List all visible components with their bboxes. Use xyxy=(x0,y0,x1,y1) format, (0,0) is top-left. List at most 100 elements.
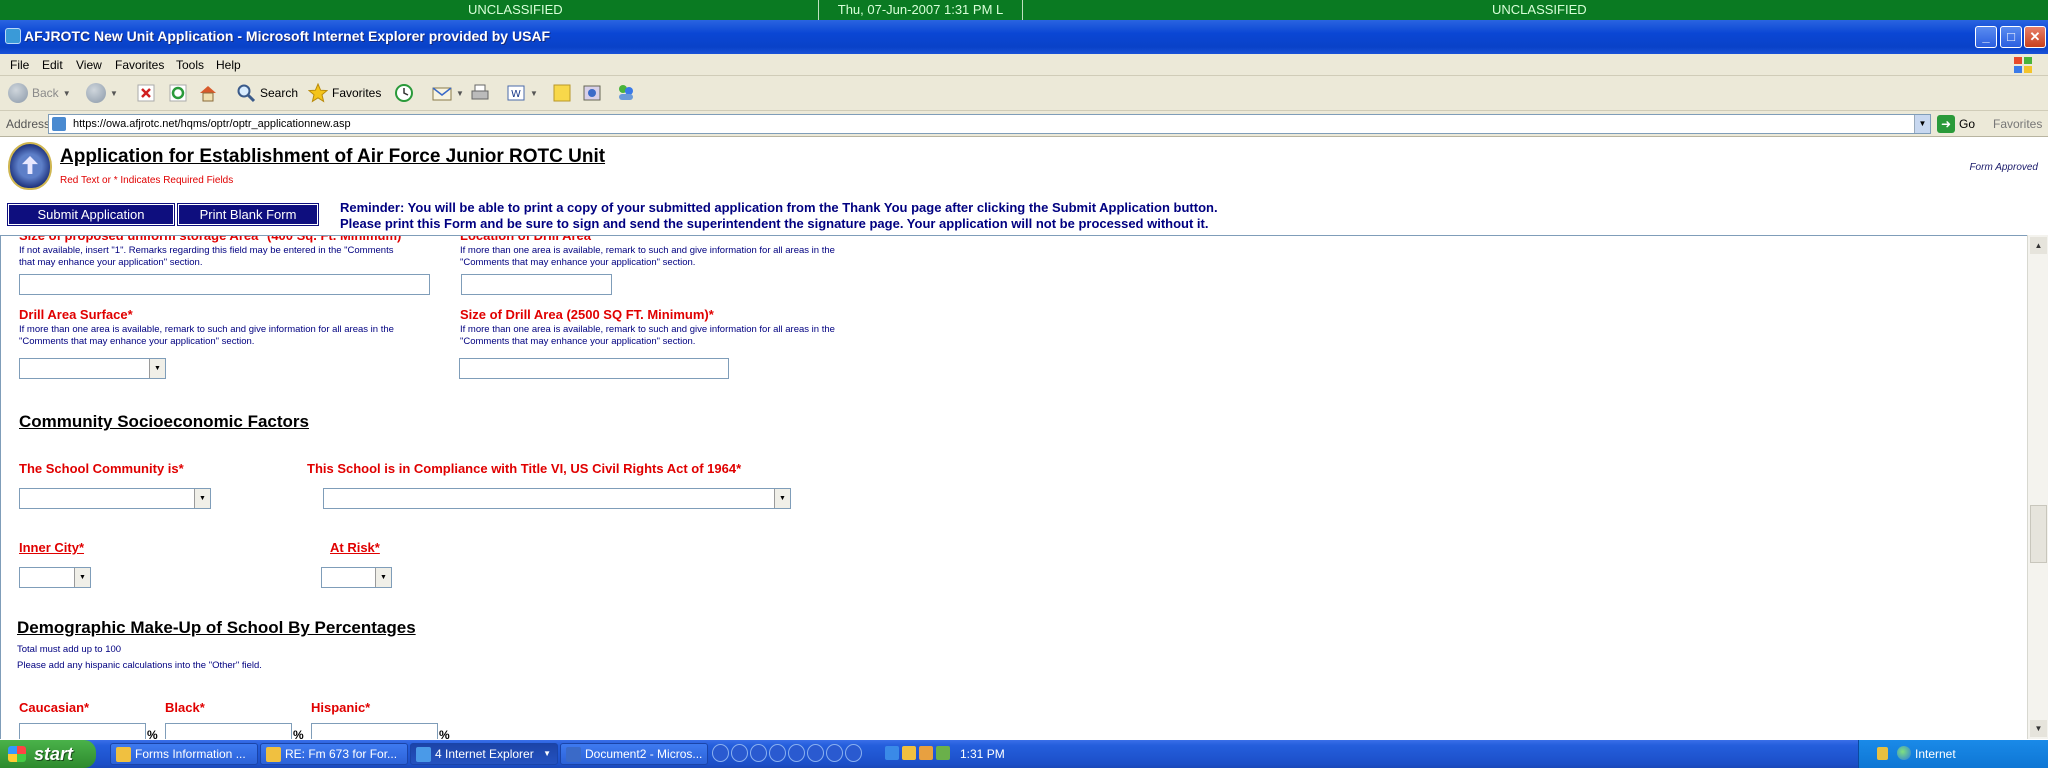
title-vi-label: This School is in Compliance with Title … xyxy=(307,461,742,476)
drill-size-input[interactable] xyxy=(459,358,729,379)
address-bar: Address https://owa.afjrotc.net/hqms/opt… xyxy=(0,111,2048,137)
classification-right: UNCLASSIFIED xyxy=(1492,2,1587,17)
message-icon[interactable] xyxy=(902,746,916,760)
favorites-button[interactable]: Favorites xyxy=(308,81,381,105)
menu-help[interactable]: Help xyxy=(216,58,241,72)
mail-button[interactable]: ▼ xyxy=(432,81,464,105)
inner-city-select[interactable]: ▼ xyxy=(19,567,91,588)
menu-tools[interactable]: Tools xyxy=(176,58,204,72)
drill-surface-select[interactable]: ▼ xyxy=(19,358,166,379)
drill-size-label: Size of Drill Area (2500 SQ FT. Minimum)… xyxy=(460,307,714,322)
mail-icon xyxy=(432,87,452,101)
star-icon xyxy=(308,83,328,103)
links-favorites-label[interactable]: Favorites xyxy=(1993,117,2042,131)
school-community-label: The School Community is* xyxy=(19,461,184,476)
task-label: RE: Fm 673 for For... xyxy=(285,747,398,761)
caucasian-input[interactable] xyxy=(19,723,146,739)
submit-application-button[interactable]: Submit Application xyxy=(7,203,175,226)
task-forms-information[interactable]: Forms Information ... xyxy=(110,743,258,765)
task-label: Document2 - Micros... xyxy=(585,747,703,761)
go-label: Go xyxy=(1959,117,1976,131)
menu-favorites[interactable]: Favorites xyxy=(115,58,164,72)
task-re-fm673[interactable]: RE: Fm 673 for For... xyxy=(260,743,408,765)
home-icon xyxy=(200,86,216,102)
banner-datetime: Thu, 07-Jun-2007 1:31 PM L xyxy=(818,0,1023,20)
go-button[interactable]: ➜ Go xyxy=(1937,115,1975,133)
previous-icon[interactable] xyxy=(788,744,805,762)
taskbar-clock: 1:31 PM xyxy=(960,747,1005,761)
scroll-up-icon[interactable]: ▲ xyxy=(2030,237,2047,254)
outlook-icon xyxy=(116,747,131,762)
stop-button[interactable] xyxy=(136,81,156,105)
history-icon xyxy=(395,84,413,102)
screen: UNCLASSIFIED Thu, 07-Jun-2007 1:31 PM L … xyxy=(0,0,2048,768)
menu-file[interactable]: File xyxy=(10,58,29,72)
back-dropdown-icon: ▼ xyxy=(62,88,71,98)
forward-dropdown-icon: ▼ xyxy=(110,88,118,98)
black-label: Black* xyxy=(165,700,205,715)
security-icon[interactable] xyxy=(936,746,950,760)
drill-location-hint: If more than one area is available, rema… xyxy=(460,245,835,269)
close-button[interactable]: ✕ xyxy=(2024,26,2046,48)
drill-location-hint-line-2: "Comments that may enhance your applicat… xyxy=(460,257,696,268)
forward-button[interactable]: ▼ xyxy=(86,81,118,105)
vertical-scrollbar[interactable]: ▲ ▼ xyxy=(2027,235,2048,739)
drill-surface-label: Drill Area Surface* xyxy=(19,307,133,322)
word-icon xyxy=(566,747,581,762)
edit-button[interactable]: W ▼ xyxy=(506,81,538,105)
black-percent: % xyxy=(293,728,304,739)
school-community-select[interactable]: ▼ xyxy=(19,488,211,509)
refresh-button[interactable] xyxy=(168,81,188,105)
form-content: Size of proposed uniform storage Area* (… xyxy=(0,235,2030,739)
research-button[interactable] xyxy=(582,81,602,105)
classification-left: UNCLASSIFIED xyxy=(468,2,563,17)
play-icon[interactable] xyxy=(731,744,748,762)
minimize-button[interactable]: _ xyxy=(1975,26,1997,48)
title-vi-select[interactable]: ▼ xyxy=(323,488,791,509)
go-arrow-icon: ➜ xyxy=(1937,115,1955,133)
maximize-button[interactable]: □ xyxy=(2000,26,2022,48)
back-button[interactable]: Back ▼ xyxy=(8,81,71,105)
scroll-down-icon[interactable]: ▼ xyxy=(2030,720,2047,737)
start-button[interactable]: start xyxy=(0,740,96,768)
messenger-icon xyxy=(619,85,633,100)
drill-location-hint-line-1: If more than one area is available, rema… xyxy=(460,245,835,256)
menu-view[interactable]: View xyxy=(76,58,102,72)
mail-dropdown-icon: ▼ xyxy=(456,88,464,98)
hispanic-input[interactable] xyxy=(311,723,438,739)
print-button[interactable] xyxy=(470,81,490,105)
caucasian-label: Caucasian* xyxy=(19,700,90,715)
mute-icon[interactable] xyxy=(845,744,862,762)
section-community-heading: Community Socioeconomic Factors xyxy=(19,412,309,431)
at-risk-select[interactable]: ▼ xyxy=(321,567,392,588)
home-button[interactable] xyxy=(198,81,218,105)
media-icon[interactable] xyxy=(712,744,729,762)
reminder-text: Reminder: You will be able to print a co… xyxy=(340,200,1218,232)
section-demographic-heading: Demographic Make-Up of School By Percent… xyxy=(17,618,416,637)
stop-media-icon[interactable] xyxy=(769,744,786,762)
search-button[interactable]: Search xyxy=(236,81,298,105)
address-input[interactable]: https://owa.afjrotc.net/hqms/optr/optr_a… xyxy=(48,114,1931,134)
storage-area-input[interactable] xyxy=(19,274,430,295)
task-document2[interactable]: Document2 - Micros... xyxy=(560,743,708,765)
black-input[interactable] xyxy=(165,723,292,739)
print-blank-form-button[interactable]: Print Blank Form xyxy=(177,203,319,226)
ie-icon xyxy=(416,747,431,762)
history-button[interactable] xyxy=(394,81,414,105)
discuss-button[interactable] xyxy=(552,81,572,105)
messenger-button[interactable] xyxy=(616,81,636,105)
drill-location-input[interactable] xyxy=(461,274,612,295)
next-icon[interactable] xyxy=(807,744,824,762)
total-note: Total must add up to 100 xyxy=(17,644,122,655)
menu-edit[interactable]: Edit xyxy=(42,58,63,72)
task-internet-explorer[interactable]: 4 Internet Explorer ▼ xyxy=(410,743,558,765)
pause-icon[interactable] xyxy=(750,744,767,762)
windows-logo-icon xyxy=(2014,57,2032,73)
address-dropdown-icon[interactable]: ▼ xyxy=(1914,115,1930,133)
language-icon[interactable] xyxy=(885,746,899,760)
network-icon[interactable] xyxy=(919,746,933,760)
back-arrow-icon xyxy=(8,83,28,103)
volume-icon[interactable] xyxy=(826,744,843,762)
svg-text:W: W xyxy=(511,89,521,100)
scroll-thumb[interactable] xyxy=(2030,505,2047,563)
